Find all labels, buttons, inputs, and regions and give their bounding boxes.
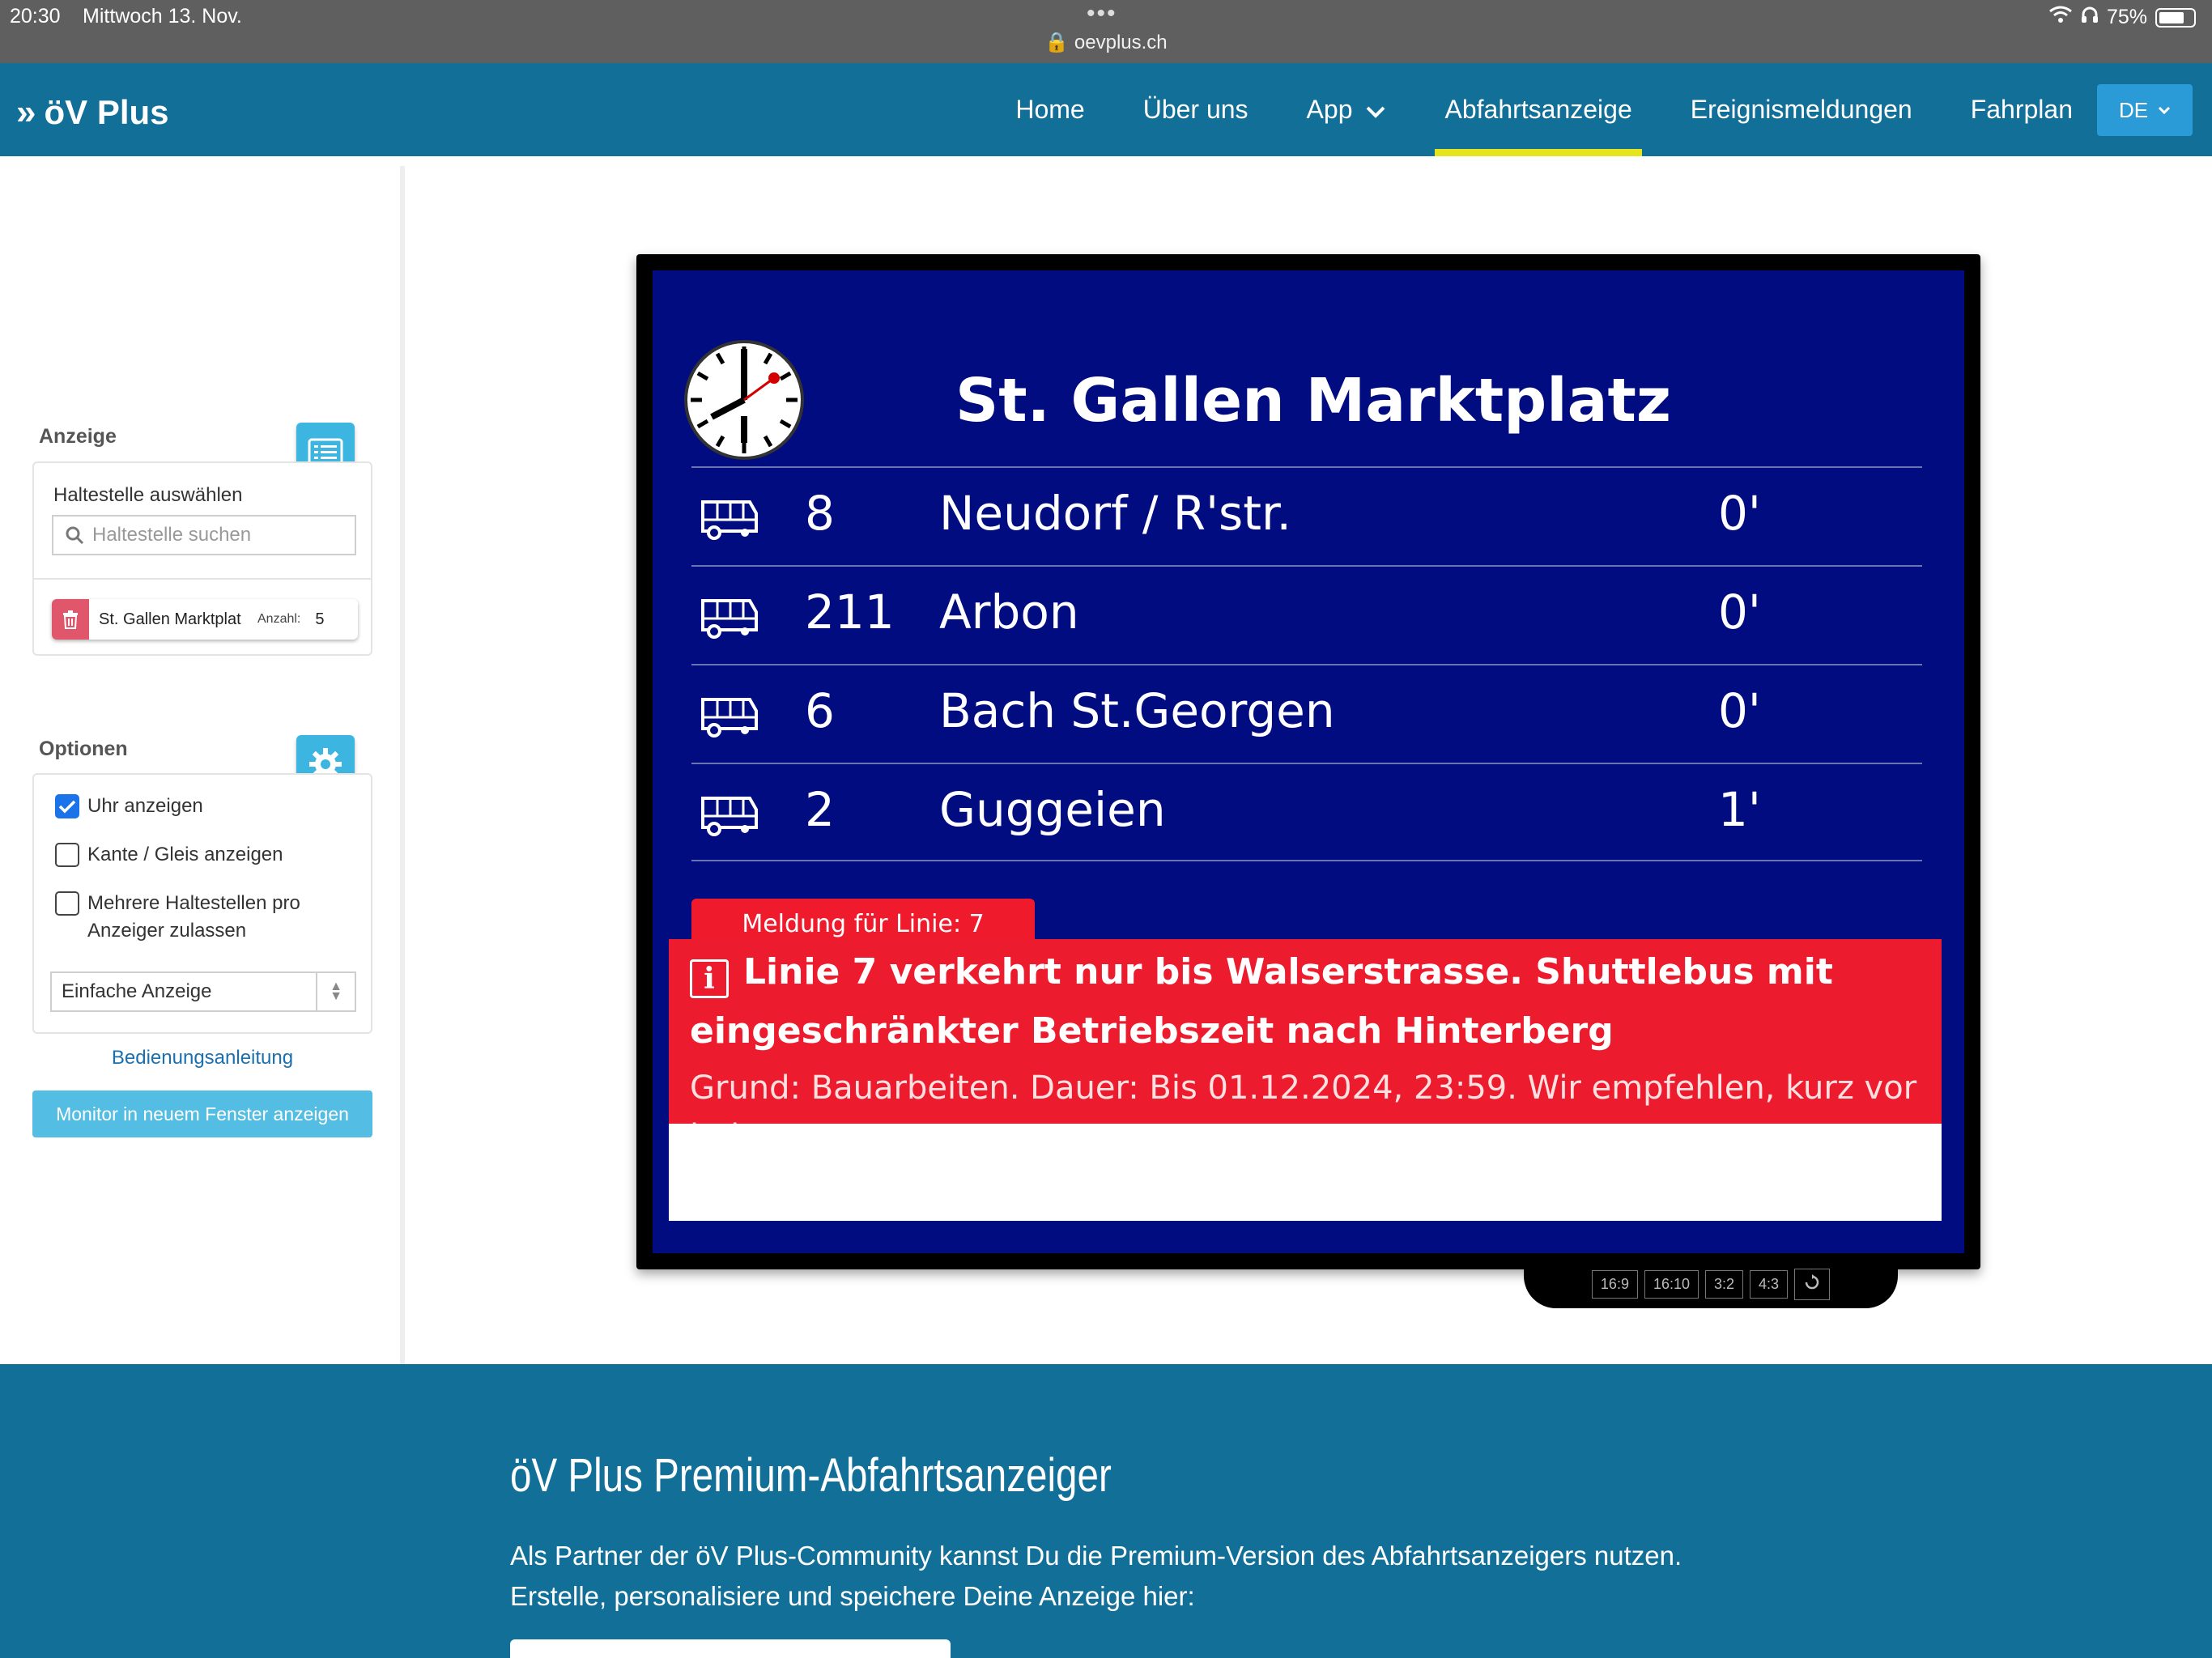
- departure-screen: St. Gallen Marktplatz 8 Neudorf / R'str.…: [653, 270, 1964, 1253]
- battery-percent: 75%: [2106, 6, 2147, 28]
- kante-checkbox[interactable]: [55, 843, 79, 867]
- select-arrows-icon: ▲ ▼: [316, 973, 355, 1010]
- departure-row: 2 Guggeien 1': [691, 763, 1922, 861]
- selected-stop-item: St. Gallen Marktplat Anzahl: 5: [52, 599, 358, 640]
- more-dots-icon[interactable]: •••: [1087, 0, 1117, 28]
- departure-minutes: 0': [1718, 486, 1761, 541]
- departure-minutes: 0': [1718, 585, 1761, 640]
- manual-link[interactable]: Bedienungsanleitung: [32, 1047, 372, 1069]
- line-number: 6: [805, 683, 835, 738]
- station-clock-icon: [684, 340, 804, 460]
- ratio-16-9-button[interactable]: 16:9: [1591, 1269, 1638, 1299]
- line-number: 8: [805, 486, 835, 541]
- nav-abfahrtsanzeige[interactable]: Abfahrtsanzeige: [1435, 63, 1643, 156]
- disruption-message: i Linie 7 verkehrt nur bis Walserstrasse.…: [669, 939, 1942, 1124]
- ios-status-bar: 20:30 Mittwoch 13. Nov. ••• 🔒 oevplus.ch…: [0, 0, 2212, 63]
- departure-row: 6 Bach St.Georgen 0': [691, 664, 1922, 763]
- checkmark-icon: [58, 800, 76, 814]
- logo-text: öV Plus: [44, 93, 169, 131]
- message-body: Grund: Bauarbeiten. Dauer: Bis 01.12.202…: [690, 1069, 1917, 1124]
- lock-icon: 🔒: [1044, 32, 1070, 53]
- display-mode-select[interactable]: Einfache Anzeige ▲ ▼: [50, 971, 356, 1012]
- url-text: oevplus.ch: [1074, 32, 1168, 53]
- search-icon: [66, 526, 84, 545]
- ratio-3-2-button[interactable]: 3:2: [1705, 1269, 1744, 1299]
- message-blank-area: [669, 1124, 1942, 1221]
- bus-icon: [701, 698, 758, 738]
- rotate-icon[interactable]: [1794, 1268, 1831, 1300]
- premium-input[interactable]: [510, 1639, 951, 1658]
- bus-icon: [701, 797, 758, 836]
- premium-footer: öV Plus Premium-Abfahrtsanzeiger Als Par…: [0, 1364, 2212, 1658]
- optionen-title: Optionen: [39, 738, 128, 760]
- trash-icon: [63, 610, 78, 629]
- headphones-icon: [2081, 6, 2099, 29]
- ratio-4-3-button[interactable]: 4:3: [1750, 1269, 1789, 1299]
- departure-monitor: St. Gallen Marktplatz 8 Neudorf / R'str.…: [636, 254, 1980, 1269]
- option-mehrere[interactable]: Mehrere Haltestellen pro Anzeiger zulass…: [55, 890, 330, 945]
- status-date: Mittwoch 13. Nov.: [83, 5, 242, 28]
- nav-app[interactable]: App: [1297, 63, 1397, 156]
- departure-minutes: 0': [1718, 683, 1761, 738]
- bus-icon: [701, 599, 758, 639]
- footer-title: öV Plus Premium-Abfahrtsanzeiger: [510, 1449, 1112, 1502]
- destination: Neudorf / R'str.: [939, 486, 1291, 541]
- delete-stop-button[interactable]: [52, 599, 89, 640]
- nav-ereignismeldungen[interactable]: Ereignismeldungen: [1681, 63, 1922, 156]
- battery-icon: [2155, 7, 2196, 28]
- line-number: 2: [805, 782, 835, 837]
- wifi-icon: [2048, 5, 2073, 30]
- stop-search-input[interactable]: Haltestelle suchen: [52, 515, 356, 555]
- aspect-ratio-bar: 16:9 16:10 3:2 4:3: [1524, 1260, 1898, 1308]
- option-kante[interactable]: Kante / Gleis anzeigen: [55, 841, 283, 869]
- address-bar[interactable]: 🔒 oevplus.ch: [0, 31, 2212, 54]
- status-time: 20:30: [10, 5, 61, 28]
- stop-name: St. Gallen Marktplat: [99, 610, 241, 628]
- nav-ueber-uns[interactable]: Über uns: [1134, 63, 1258, 156]
- anzeige-title: Anzeige: [39, 425, 117, 448]
- stop-panel: Haltestelle auswählen Haltestelle suchen…: [32, 461, 372, 656]
- count-input[interactable]: 5: [315, 610, 324, 629]
- options-panel: Uhr anzeigen Kante / Gleis anzeigen Mehr…: [32, 773, 372, 1034]
- ratio-16-10-button[interactable]: 16:10: [1644, 1269, 1699, 1299]
- station-name: St. Gallen Marktplatz: [955, 366, 1671, 436]
- message-headline: i Linie 7 verkehrt nur bis Walserstrasse.…: [690, 951, 1833, 1052]
- open-monitor-button[interactable]: Monitor in neuem Fenster anzeigen: [32, 1090, 372, 1137]
- site-logo[interactable]: » öV Plus: [16, 92, 169, 133]
- departure-row: 8 Neudorf / R'str. 0': [691, 466, 1922, 565]
- departure-minutes: 1': [1718, 782, 1761, 837]
- message-tab: Meldung für Linie: 7: [691, 899, 1035, 941]
- nav-home[interactable]: Home: [1006, 63, 1094, 156]
- chevron-down-icon: [2159, 106, 2171, 114]
- uhr-checkbox[interactable]: [55, 794, 79, 818]
- bus-icon: [701, 500, 758, 540]
- option-uhr[interactable]: Uhr anzeigen: [55, 793, 203, 820]
- select-stop-label: Haltestelle auswählen: [53, 484, 243, 506]
- info-icon: i: [690, 959, 729, 998]
- destination: Guggeien: [939, 782, 1166, 837]
- chevron-down-icon: [1365, 95, 1386, 125]
- count-label: Anzahl:: [257, 612, 301, 626]
- destination: Bach St.Georgen: [939, 683, 1335, 738]
- nav-fahrplan[interactable]: Fahrplan: [1961, 63, 2082, 156]
- footer-text: Als Partner der öV Plus-Community kannst…: [510, 1541, 1682, 1611]
- language-select[interactable]: DE: [2097, 84, 2193, 136]
- destination: Arbon: [939, 585, 1079, 640]
- main-navbar: » öV Plus Home Über uns App Abfahrtsanze…: [0, 63, 2212, 156]
- departure-row: 211 Arbon 0': [691, 565, 1922, 664]
- logo-chevrons-icon: »: [16, 92, 36, 132]
- settings-sidebar: Anzeige Haltestelle auswählen Haltestell…: [0, 166, 405, 1364]
- line-number: 211: [805, 585, 895, 640]
- mehrere-checkbox[interactable]: [55, 891, 79, 916]
